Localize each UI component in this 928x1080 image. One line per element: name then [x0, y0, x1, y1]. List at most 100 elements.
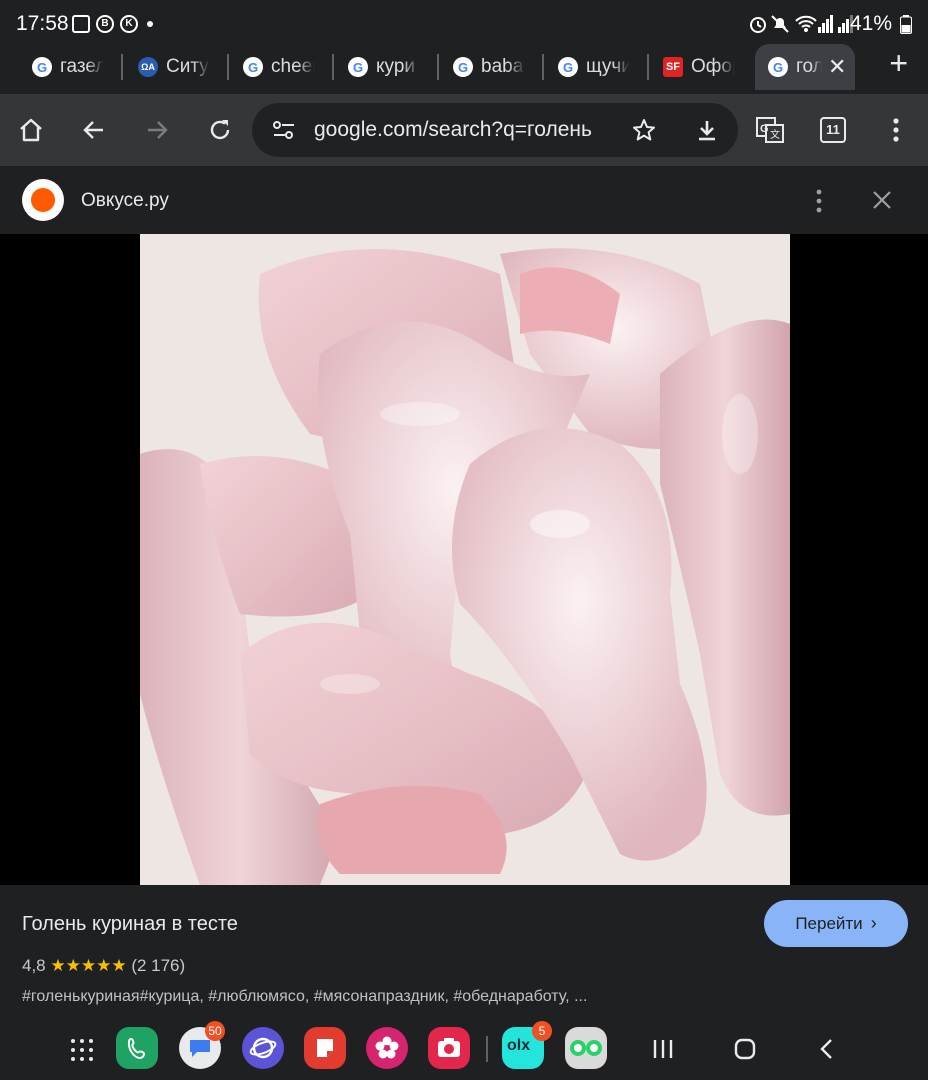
svg-text:文: 文 [770, 128, 780, 141]
sf-icon: SF [663, 57, 683, 77]
svg-text:G: G [760, 123, 769, 135]
phone-app[interactable] [116, 1027, 158, 1069]
olx-app[interactable]: olx 5 [502, 1021, 552, 1069]
translate-button[interactable]: G文 [751, 111, 789, 149]
tab-label: cheer [271, 56, 315, 77]
b-icon: B [96, 15, 114, 33]
whatsapp-icon [570, 1040, 602, 1056]
phone-icon [127, 1037, 146, 1059]
chevron-right-icon: › [870, 913, 877, 933]
image-icon [72, 15, 90, 33]
home-icon [20, 118, 42, 142]
result-info-panel: Голень куриная в тесте 4,8 ★★★★★ (2 176)… [0, 885, 928, 1020]
back-arrow-icon [83, 121, 103, 139]
translate-icon: G文 [756, 117, 784, 143]
olx-badge: 5 [532, 1021, 552, 1041]
google-icon: G [243, 57, 263, 77]
camera-icon [438, 1038, 460, 1057]
tab-1[interactable]: G газел [32, 44, 112, 90]
recent-apps-icon[interactable] [652, 1038, 674, 1060]
visit-button[interactable]: Перейти › [764, 900, 908, 947]
more-options-icon[interactable] [815, 189, 823, 213]
new-tab-button[interactable]: + [889, 47, 908, 79]
close-icon[interactable] [871, 189, 893, 211]
close-tab-icon[interactable]: ✕ [828, 54, 846, 80]
tab-5[interactable]: G baba [453, 44, 533, 90]
tab-label: газел [60, 56, 104, 77]
kebab-menu-icon [893, 118, 899, 142]
messages-badge: 50 [205, 1021, 225, 1041]
source-name[interactable]: Овкусе.ру [81, 190, 169, 212]
navigation-bar: 50 olx 5 [0, 1020, 928, 1080]
tab-2[interactable]: ΩA Ситу [138, 44, 218, 90]
reload-button[interactable] [201, 111, 239, 149]
battery-level: 41% [849, 12, 892, 35]
download-icon[interactable] [695, 118, 719, 142]
dual-whatsapp-app[interactable] [565, 1027, 607, 1069]
home-nav-icon[interactable] [734, 1038, 756, 1060]
tab-label: щучи [586, 56, 630, 77]
rating-count: (2 176) [131, 956, 186, 975]
tab-switcher-button[interactable]: 11 [814, 111, 852, 149]
menu-button[interactable] [877, 111, 915, 149]
rating-stars-icon: ★★★★★ [50, 956, 127, 975]
rating-value: 4,8 [22, 956, 46, 975]
alarm-icon [750, 17, 766, 33]
olx-logo-icon: olx [507, 1037, 531, 1054]
tab-divider [227, 54, 229, 80]
dot-icon [147, 21, 153, 27]
result-tags: #голенькуриная#курица, #люблюмясо, #мясо… [22, 988, 588, 1005]
visit-button-label: Перейти [795, 913, 863, 933]
omnibox[interactable]: google.com/search?q=голень [252, 103, 738, 157]
tab-6[interactable]: G щучи [558, 44, 638, 90]
notes-app[interactable] [304, 1027, 346, 1069]
camera-app[interactable] [428, 1027, 470, 1069]
flower-icon [375, 1036, 399, 1059]
reload-icon [210, 120, 230, 140]
tab-divider [542, 54, 544, 80]
result-title[interactable]: Голень куриная в тесте [22, 913, 238, 936]
tab-strip: G газел ΩA Ситу G cheer G кури G baba G … [0, 44, 928, 94]
tab-divider [121, 54, 123, 80]
tab-3[interactable]: G cheer [243, 44, 323, 90]
wifi-icon [795, 15, 817, 32]
back-button[interactable] [75, 111, 113, 149]
mute-icon [771, 15, 789, 33]
internet-app[interactable] [242, 1027, 284, 1069]
source-logo [22, 179, 64, 221]
source-header: Овкусе.ру [0, 167, 928, 234]
battery-icon [900, 15, 912, 34]
google-icon: G [558, 57, 578, 77]
tab-divider [437, 54, 439, 80]
tab-label: baba [481, 56, 524, 77]
site-icon: ΩA [138, 57, 158, 77]
signal-icon [818, 15, 833, 33]
url-text: google.com/search?q=голень [314, 118, 592, 141]
google-icon: G [768, 57, 788, 77]
gallery-app[interactable] [366, 1027, 408, 1069]
site-settings-icon[interactable] [272, 120, 296, 140]
internet-icon [249, 1037, 277, 1059]
tab-label: Ситу [166, 56, 209, 77]
app-drawer-icon[interactable] [70, 1038, 94, 1062]
tab-active[interactable]: G гол ✕ [755, 44, 855, 90]
rating: 4,8 ★★★★★ (2 176) [22, 956, 185, 976]
back-nav-icon[interactable] [818, 1038, 836, 1060]
status-time: 17:58 [16, 12, 69, 35]
tab-divider [647, 54, 649, 80]
messages-app[interactable]: 50 [179, 1021, 225, 1069]
notes-icon [317, 1039, 333, 1057]
vk-icon: K [120, 15, 138, 33]
chicken-drumsticks-photo[interactable] [140, 234, 790, 885]
tab-7[interactable]: SF Офор [663, 44, 743, 90]
google-icon: G [32, 57, 52, 77]
orange-circle-icon [31, 188, 55, 212]
dock-divider [486, 1036, 488, 1062]
tab-4[interactable]: G кури [348, 44, 428, 90]
forward-arrow-icon [148, 121, 168, 139]
bookmark-star-icon[interactable] [632, 118, 656, 142]
tab-label: Офор [691, 56, 735, 77]
home-button[interactable] [12, 111, 50, 149]
forward-button[interactable] [138, 111, 176, 149]
status-bar: 17:58 B K 41% [0, 0, 928, 48]
